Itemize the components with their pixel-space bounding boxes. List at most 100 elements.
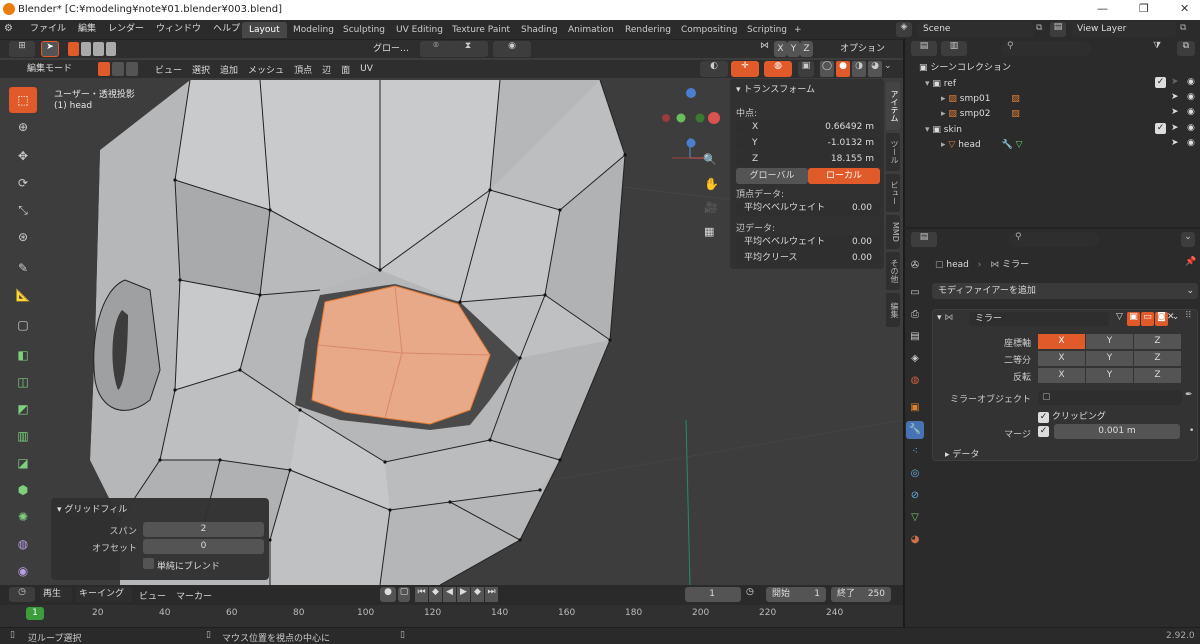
- scene-icon[interactable]: ◈: [896, 22, 912, 37]
- knife-tool[interactable]: ◪: [9, 450, 37, 476]
- grid-fill-title[interactable]: ▾ グリッドフィル: [57, 502, 127, 515]
- smp01-select-icon[interactable]: ➤: [1171, 92, 1179, 102]
- expand-icon[interactable]: ▸: [941, 94, 946, 104]
- tab-scripting[interactable]: Scripting: [740, 22, 794, 38]
- menu-window[interactable]: ウィンドウ: [150, 20, 207, 39]
- options-dropdown[interactable]: オプション: [834, 41, 898, 57]
- scale-tool[interactable]: ⤡: [9, 197, 37, 223]
- start-frame[interactable]: 開始 1: [766, 587, 826, 602]
- physics-props-icon[interactable]: ◎: [906, 465, 924, 483]
- outliner-item-smp01[interactable]: ▸ ▨ smp01 ▨: [941, 92, 1141, 107]
- realtime-icon[interactable]: ▭: [1141, 312, 1154, 326]
- outliner-editor-icon[interactable]: ▤: [911, 41, 937, 56]
- modifier-header[interactable]: ▾ ⋈: [937, 313, 953, 323]
- pan-hand-icon[interactable]: ✋: [704, 177, 722, 191]
- bisect-x-toggle[interactable]: X: [1038, 351, 1085, 366]
- keyframe-dot-icon[interactable]: •: [1189, 426, 1194, 436]
- tab-item[interactable]: アイテム: [886, 82, 900, 130]
- playhead[interactable]: 1: [26, 607, 44, 620]
- axis-y-toggle[interactable]: Y: [1086, 334, 1133, 349]
- playback-controls[interactable]: ⏮ ◆ ◀ ▶ ◆ ⏭: [415, 587, 498, 602]
- jump-end-icon[interactable]: ⏭: [485, 587, 498, 602]
- select-box-tool[interactable]: ⬚: [9, 87, 37, 113]
- outliner-search[interactable]: ⚲: [1001, 41, 1091, 56]
- skin-eye-icon[interactable]: ◉: [1187, 123, 1195, 133]
- output-props-icon[interactable]: ⎙: [906, 306, 924, 324]
- transform-tool[interactable]: ⊛: [9, 224, 37, 250]
- pin-icon[interactable]: 📌: [1185, 257, 1196, 267]
- playback-menu[interactable]: 再生: [40, 587, 72, 602]
- record-icon[interactable]: ●: [380, 587, 396, 602]
- shading-dropdown-icon[interactable]: ⌄: [884, 61, 892, 71]
- scene-new-icon[interactable]: ⧉: [1036, 23, 1042, 33]
- rotate-tool[interactable]: ⟳: [9, 170, 37, 196]
- data-subpanel[interactable]: ▸ データ: [945, 447, 979, 460]
- play-reverse-icon[interactable]: ◀: [443, 587, 456, 602]
- expand-icon[interactable]: ▸: [941, 109, 946, 119]
- stopwatch-icon[interactable]: ◷: [746, 587, 754, 597]
- modifier-props-icon[interactable]: 🔧: [906, 421, 924, 439]
- global-button[interactable]: グローバル: [736, 168, 808, 184]
- data-props-icon[interactable]: ▽: [906, 509, 924, 527]
- frame-ruler[interactable]: 1 20 40 60 80 100 120 140 160 180 200 22…: [0, 605, 903, 627]
- tab-misc[interactable]: その他: [886, 252, 900, 290]
- view-layer-icon[interactable]: ▤: [1050, 22, 1066, 37]
- mode-selector[interactable]: 編集モード: [9, 61, 93, 77]
- proportional-edit-icon[interactable]: ◉: [493, 41, 531, 57]
- maximize-button[interactable]: ❐: [1139, 2, 1149, 15]
- edge-bevel-field[interactable]: 平均ベベルウェイト 0.00: [736, 235, 880, 250]
- gizmo-toggle-icon[interactable]: ✛: [731, 61, 759, 77]
- skin-checkbox[interactable]: ✓: [1155, 123, 1166, 134]
- marker-menu[interactable]: マーカー: [176, 589, 212, 602]
- ref-checkbox[interactable]: ✓: [1155, 77, 1166, 88]
- transform-header[interactable]: ▾ トランスフォーム: [736, 82, 815, 95]
- tool-props-icon[interactable]: ✇: [906, 257, 924, 275]
- annotate-tool[interactable]: ✎: [9, 255, 37, 281]
- expand-icon[interactable]: ▸: [941, 140, 946, 150]
- mirror-z-button[interactable]: Z: [800, 41, 813, 57]
- minimize-button[interactable]: —: [1097, 2, 1108, 15]
- play-icon[interactable]: ▶: [457, 587, 470, 602]
- view-layer-new-icon[interactable]: ⧉: [1180, 23, 1186, 33]
- axis-x-toggle[interactable]: X: [1038, 334, 1085, 349]
- menu-help[interactable]: ヘルプ: [207, 20, 246, 39]
- edit-select-mode[interactable]: [98, 62, 140, 76]
- menu-add[interactable]: 追加: [215, 63, 243, 76]
- flip-z-toggle[interactable]: Z: [1134, 368, 1181, 383]
- new-collection-icon[interactable]: ⧉: [1177, 41, 1195, 56]
- display-mode-icon[interactable]: ▥: [941, 41, 967, 56]
- add-workspace-button[interactable]: +: [787, 22, 809, 38]
- select-cursor-icon[interactable]: ➤: [41, 41, 59, 57]
- drag-handle-icon[interactable]: ⠿: [1185, 311, 1192, 321]
- mirror-options-icon[interactable]: ⋈: [760, 41, 769, 51]
- filter-icon[interactable]: ⧩: [1153, 41, 1161, 51]
- modifier-name-field[interactable]: ミラー: [969, 312, 1109, 326]
- median-x-field[interactable]: X 0.66492 m: [736, 120, 880, 135]
- on-cage-icon[interactable]: ▽: [1113, 312, 1126, 326]
- tab-rendering[interactable]: Rendering: [618, 22, 678, 38]
- grid-view-icon[interactable]: ▦: [704, 225, 722, 238]
- menu-render[interactable]: レンダー: [102, 20, 150, 39]
- ref-eye-icon[interactable]: ◉: [1187, 77, 1195, 87]
- offset-field[interactable]: 0: [143, 539, 264, 554]
- menu-select[interactable]: 選択: [187, 63, 215, 76]
- jump-start-icon[interactable]: ⏮: [415, 587, 428, 602]
- spin-tool[interactable]: ✺: [9, 504, 37, 530]
- menu-uv[interactable]: UV: [355, 64, 378, 74]
- mirror-x-button[interactable]: X: [774, 41, 787, 57]
- bevel-tool[interactable]: ◩: [9, 396, 37, 422]
- extrude-tool[interactable]: ◧: [9, 342, 37, 368]
- timeline-editor-icon[interactable]: ◷: [9, 587, 35, 602]
- menu-edge[interactable]: 辺: [317, 63, 336, 76]
- span-field[interactable]: 2: [143, 522, 264, 537]
- median-z-field[interactable]: Z 18.155 m: [736, 152, 880, 167]
- ref-select-icon[interactable]: ➤: [1171, 77, 1179, 87]
- editor-type-icon[interactable]: ⊞: [9, 41, 35, 57]
- add-modifier-dropdown[interactable]: モディファイアーを追加 ⌄: [932, 283, 1198, 299]
- bisect-y-toggle[interactable]: Y: [1086, 351, 1133, 366]
- merge-distance-field[interactable]: 0.001 m: [1054, 424, 1180, 439]
- autokey-icon[interactable]: ▢: [398, 587, 410, 602]
- outliner-item-skin[interactable]: ▾ ▣ skin: [925, 123, 1125, 138]
- next-key-icon[interactable]: ◆: [471, 587, 484, 602]
- view-layer-props-icon[interactable]: ▤: [906, 328, 924, 346]
